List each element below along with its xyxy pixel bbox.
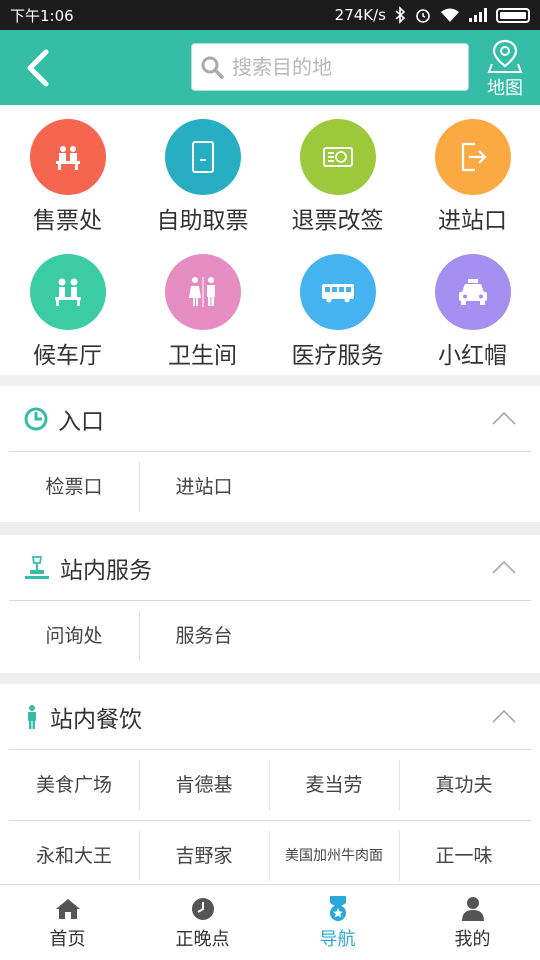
search-input[interactable]	[232, 55, 452, 79]
map-label: 地图	[487, 78, 523, 99]
service-label: 退票改签	[291, 208, 384, 234]
service-label: 售票处	[33, 208, 102, 234]
chevron-up-icon[interactable]	[491, 708, 517, 724]
search-icon	[201, 56, 224, 79]
tab-on-time[interactable]: 正晚点	[135, 885, 270, 960]
list-item[interactable]: 正一味	[399, 831, 529, 881]
section-title: 站内服务	[60, 557, 152, 584]
list-item[interactable]: 进站口	[139, 462, 269, 512]
service-ticket-office[interactable]: 售票处	[0, 105, 135, 235]
tab-home[interactable]: 首页	[0, 885, 135, 960]
tab-mine[interactable]: 我的	[405, 885, 540, 960]
battery-icon	[496, 7, 530, 23]
station-entrance-icon	[434, 119, 511, 195]
refund-ticket-icon	[299, 119, 376, 195]
list-item[interactable]: 肯德基	[139, 760, 269, 810]
badge-icon	[329, 895, 346, 921]
service-red-cap[interactable]: 小红帽	[405, 240, 540, 370]
chevron-left-icon	[27, 49, 49, 87]
signal-icon	[469, 8, 487, 22]
status-bar: 下午1:06 274K/s	[0, 0, 540, 30]
list-item[interactable]: 检票口	[9, 462, 139, 512]
section-header[interactable]: 入口	[9, 386, 531, 452]
network-speed: 274K/s	[334, 6, 386, 24]
section-header[interactable]: 站内餐饮	[9, 684, 531, 750]
chevron-up-icon[interactable]	[491, 410, 517, 426]
tab-navigation[interactable]: 导航	[270, 885, 405, 960]
section-dining: 站内餐饮 美食广场 肯德基 麦当劳 真功夫 永和大王 吉野家 美国加州牛肉面 正…	[0, 684, 540, 884]
map-pin-icon	[487, 39, 523, 73]
service-label: 卫生间	[168, 343, 237, 369]
service-label: 小红帽	[438, 343, 507, 369]
wifi-icon	[441, 8, 459, 22]
section-row: 问询处 服务台	[9, 601, 531, 671]
bluetooth-icon	[395, 6, 406, 24]
list-item[interactable]: 永和大王	[9, 831, 139, 881]
tab-label: 首页	[49, 928, 86, 950]
section-title: 站内餐饮	[50, 706, 142, 733]
person-icon	[28, 704, 36, 729]
map-button[interactable]: 地图	[480, 38, 530, 100]
service-grid: 售票处 自助取票 退票改签 进站口 候车厅 卫生间 医疗服务 小红帽	[0, 105, 540, 375]
taxi-icon	[434, 254, 511, 330]
service-desk-icon	[25, 555, 49, 579]
search-box[interactable]	[191, 43, 469, 91]
back-button[interactable]	[20, 46, 60, 90]
service-restroom[interactable]: 卫生间	[135, 240, 270, 370]
section-header[interactable]: 站内服务	[9, 535, 531, 601]
tab-label: 正晚点	[175, 928, 230, 950]
section-row: 美食广场 肯德基 麦当劳 真功夫	[9, 750, 531, 820]
chevron-up-icon[interactable]	[491, 559, 517, 575]
top-header: 地图	[0, 30, 540, 105]
list-item[interactable]: 真功夫	[399, 760, 529, 810]
home-icon	[55, 898, 80, 919]
service-label: 自助取票	[156, 208, 249, 234]
user-icon	[461, 896, 484, 921]
ticket-counter-icon	[29, 119, 106, 195]
section-row: 检票口 进站口	[9, 452, 531, 522]
waiting-hall-icon	[29, 254, 106, 330]
section-station-services: 站内服务 问询处 服务台	[0, 535, 540, 673]
list-item[interactable]: 服务台	[139, 611, 269, 661]
clock-icon	[191, 897, 214, 920]
list-item[interactable]: 吉野家	[139, 831, 269, 881]
service-self-ticket[interactable]: 自助取票	[135, 105, 270, 235]
tab-label: 我的	[454, 928, 491, 950]
section-entrance: 入口 检票口 进站口	[0, 386, 540, 522]
status-time: 下午1:06	[10, 6, 74, 25]
bottom-tab-bar: 首页 正晚点 导航 我的	[0, 884, 540, 960]
service-waiting-hall[interactable]: 候车厅	[0, 240, 135, 370]
clock-icon	[24, 407, 48, 430]
list-item[interactable]: 麦当劳	[269, 760, 399, 810]
section-row: 永和大王 吉野家 美国加州牛肉面 正一味	[9, 821, 531, 891]
service-entrance[interactable]: 进站口	[405, 105, 540, 235]
medical-bus-icon	[299, 254, 376, 330]
self-service-kiosk-icon	[164, 119, 241, 195]
service-medical[interactable]: 医疗服务	[270, 240, 405, 370]
tab-label: 导航	[319, 928, 356, 950]
section-title: 入口	[58, 408, 104, 435]
service-label: 候车厅	[33, 343, 102, 369]
list-item[interactable]: 美食广场	[9, 760, 139, 810]
alarm-icon	[416, 9, 430, 23]
restroom-icon	[164, 254, 241, 330]
service-label: 医疗服务	[291, 343, 384, 369]
service-refund[interactable]: 退票改签	[270, 105, 405, 235]
service-label: 进站口	[438, 208, 507, 234]
list-item[interactable]: 问询处	[9, 611, 139, 661]
list-item[interactable]: 美国加州牛肉面	[269, 831, 399, 881]
